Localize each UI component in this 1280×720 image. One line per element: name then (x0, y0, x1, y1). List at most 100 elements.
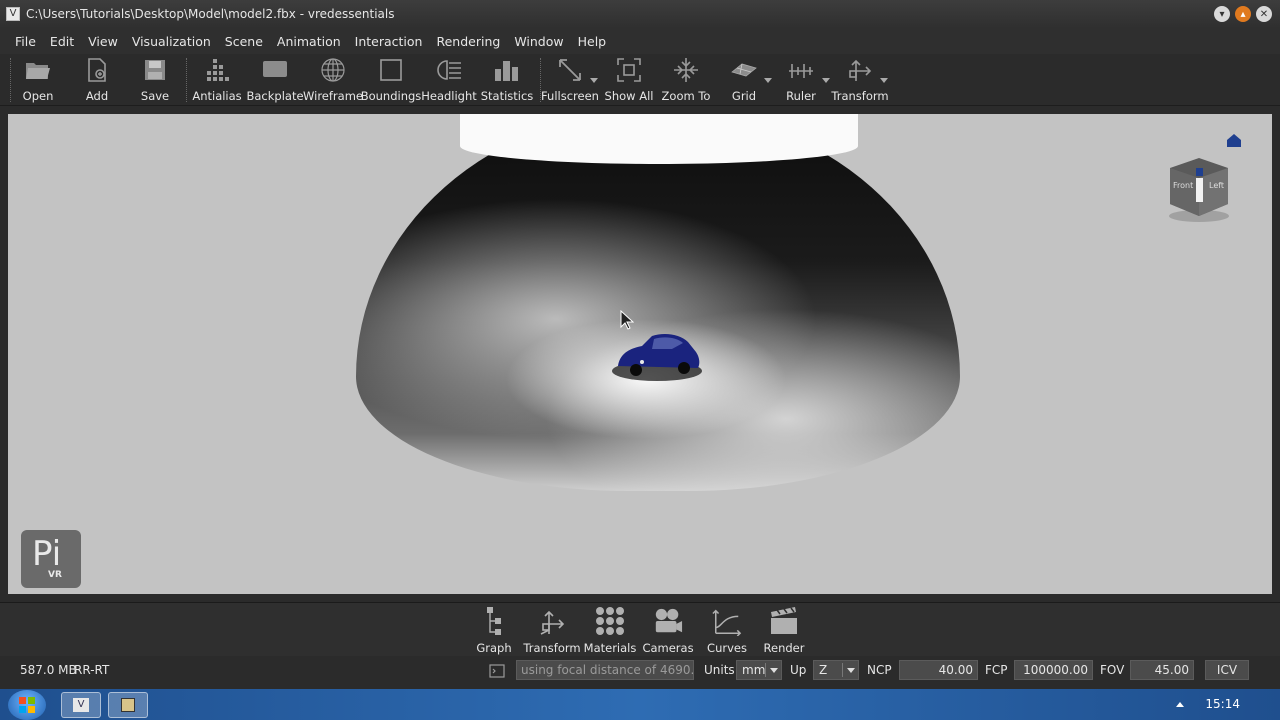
up-axis-select[interactable]: Z (813, 660, 859, 680)
wireframe-globe-icon (319, 56, 347, 84)
folder-open-icon (24, 56, 52, 84)
logo-text-large: Pi (32, 534, 62, 574)
curves-button[interactable]: Curves (707, 606, 747, 655)
backplate-button[interactable]: Backplate (246, 56, 304, 104)
fullscreen-label: Fullscreen (541, 89, 599, 103)
fcp-input[interactable]: 100000.00 (1014, 660, 1093, 680)
start-button[interactable] (8, 690, 46, 720)
wireframe-button[interactable]: Wireframe (303, 56, 363, 104)
render-label: Render (763, 641, 805, 655)
cameras-button[interactable]: Cameras (642, 606, 694, 655)
materials-label: Materials (583, 641, 637, 655)
toolbar-separator (186, 58, 187, 102)
camera-icon (653, 606, 683, 636)
bottom-dock: Graph Transform Materials Cameras Curves… (0, 602, 1280, 656)
environment-dome (356, 114, 960, 491)
units-select[interactable]: mm (736, 660, 782, 680)
zoom-to-button[interactable]: Zoom To (662, 56, 710, 104)
fov-input[interactable]: 45.00 (1130, 660, 1194, 680)
boundings-label: Boundings (360, 89, 422, 103)
pivr-watermark-logo: Pi VR (21, 530, 81, 588)
ruler-label: Ruler (786, 89, 816, 103)
dock-transform-button[interactable]: Transform (523, 606, 581, 655)
boundings-button[interactable]: Boundings (361, 56, 421, 104)
show-all-button[interactable]: Show All (605, 56, 653, 104)
ruler-dropdown-arrow[interactable] (822, 78, 830, 83)
chevron-down-icon (770, 668, 778, 673)
menu-rendering[interactable]: Rendering (429, 34, 507, 49)
render-mode: RR-RT (74, 663, 110, 677)
menu-file[interactable]: File (8, 34, 43, 49)
render-button[interactable]: Render (763, 606, 805, 655)
antialias-grid-icon (203, 56, 231, 84)
taskbar-clock[interactable]: 15:14 (1205, 697, 1240, 711)
curves-label: Curves (707, 641, 747, 655)
window-title: C:\Users\Tutorials\Desktop\Model\model2.… (26, 7, 395, 21)
menu-scene[interactable]: Scene (218, 34, 270, 49)
home-icon[interactable] (1226, 132, 1242, 148)
dock-transform-label: Transform (523, 641, 581, 655)
minimize-button[interactable]: ▾ (1214, 6, 1230, 22)
cameras-label: Cameras (642, 641, 694, 655)
navcube-left-label: Left (1209, 181, 1225, 190)
vred-app-icon: V (73, 698, 89, 712)
grid-button[interactable]: Grid (730, 56, 758, 104)
taskbar-tools-app[interactable] (108, 692, 148, 718)
up-axis-label: Up (790, 663, 807, 677)
add-button[interactable]: Add (84, 56, 110, 104)
close-button[interactable]: ✕ (1256, 6, 1272, 22)
fullscreen-button[interactable]: Fullscreen (541, 56, 599, 104)
scenegraph-icon (479, 606, 509, 636)
maximize-button[interactable]: ▴ (1235, 6, 1251, 22)
fcp-label: FCP (985, 663, 1008, 677)
transform-dropdown-arrow[interactable] (880, 78, 888, 83)
graph-label: Graph (476, 641, 512, 655)
statistics-button[interactable]: Statistics (481, 56, 533, 104)
3d-viewport[interactable]: Front Left Pi VR (8, 114, 1272, 594)
fullscreen-arrows-icon (556, 56, 584, 84)
dome-light-cap (460, 114, 858, 164)
units-label: Units (704, 663, 735, 677)
add-label: Add (85, 89, 109, 103)
transform-axes-icon (846, 56, 874, 84)
mouse-cursor-icon (620, 310, 634, 330)
taskbar-vred-app[interactable]: V (61, 692, 101, 718)
antialias-button[interactable]: Antialias (192, 56, 242, 104)
navcube-front-label: Front (1173, 181, 1194, 190)
menu-view[interactable]: View (81, 34, 125, 49)
car-model[interactable] (612, 326, 702, 386)
wireframe-label: Wireframe (303, 89, 363, 103)
transform-button[interactable]: Transform (831, 56, 889, 104)
os-taskbar: V 15:14 (0, 689, 1280, 720)
open-button[interactable]: Open (23, 56, 53, 104)
menu-visualization[interactable]: Visualization (125, 34, 218, 49)
menu-bar: File Edit View Visualization Scene Anima… (0, 28, 1280, 54)
ruler-button[interactable]: Ruler (786, 56, 816, 104)
menu-window[interactable]: Window (507, 34, 570, 49)
tray-overflow-arrow-icon[interactable] (1176, 702, 1184, 707)
menu-edit[interactable]: Edit (43, 34, 81, 49)
graph-button[interactable]: Graph (476, 606, 512, 655)
save-button[interactable]: Save (141, 56, 169, 104)
fullscreen-dropdown-arrow[interactable] (590, 78, 598, 83)
backplate-label: Backplate (246, 89, 304, 103)
headlight-button[interactable]: Headlight (421, 56, 477, 104)
navigation-cube[interactable]: Front Left (1166, 154, 1232, 224)
zoom-to-label: Zoom To (661, 89, 711, 103)
menu-interaction[interactable]: Interaction (348, 34, 430, 49)
menu-help[interactable]: Help (571, 34, 614, 49)
materials-button[interactable]: Materials (583, 606, 637, 655)
console-icon[interactable] (489, 664, 505, 678)
ncp-label: NCP (867, 663, 892, 677)
icv-button[interactable]: ICV (1205, 660, 1249, 680)
menu-animation[interactable]: Animation (270, 34, 348, 49)
chevron-down-icon (847, 668, 855, 673)
app-logo-icon: V (6, 7, 20, 21)
bounding-box-icon (377, 56, 405, 84)
ncp-input[interactable]: 40.00 (899, 660, 978, 680)
status-bar: 587.0 MB RR-RT using focal distance of 4… (0, 656, 1280, 686)
grid-dropdown-arrow[interactable] (764, 78, 772, 83)
ruler-icon (787, 56, 815, 84)
fov-label: FOV (1100, 663, 1125, 677)
memory-usage: 587.0 MB (20, 663, 77, 677)
